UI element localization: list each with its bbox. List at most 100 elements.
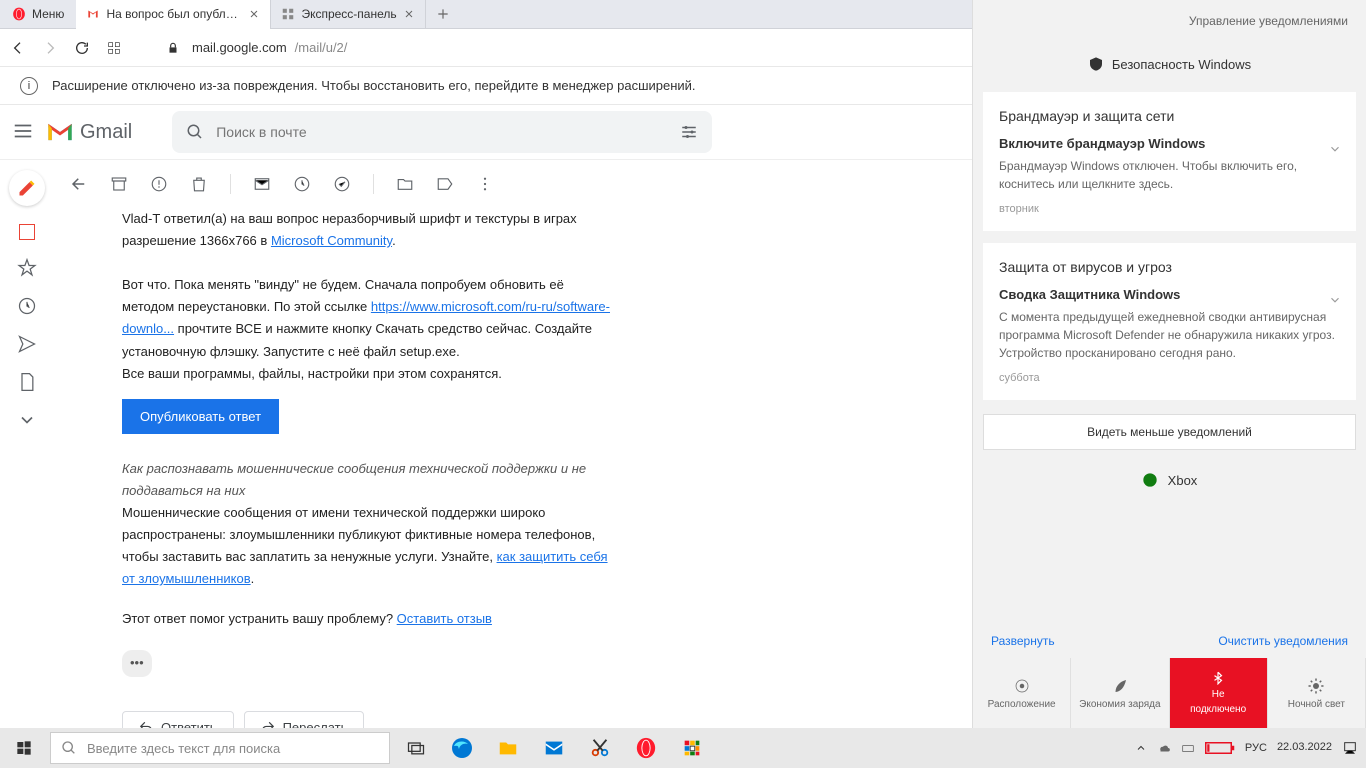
expand-link[interactable]: Развернуть (991, 634, 1055, 648)
snip-icon (589, 737, 611, 759)
reply-button[interactable]: Ответить (122, 711, 234, 729)
tab-title: Экспресс-панель (301, 7, 396, 21)
spam-icon[interactable] (150, 175, 168, 193)
msg-body2: прочтите ВСЕ и нажмите кнопку Скачать ср… (122, 321, 592, 358)
clock-icon[interactable] (17, 296, 37, 316)
search-box[interactable] (172, 111, 712, 153)
warning-text: Расширение отключено из-за повреждения. … (52, 78, 696, 93)
apps-button[interactable] (104, 38, 124, 58)
clear-link[interactable]: Очистить уведомления (1218, 634, 1348, 648)
msg-suffix: в (257, 233, 271, 248)
qa-bluetooth[interactable]: Не подключено (1170, 658, 1268, 728)
tab-speeddial[interactable]: Экспресс-панель (271, 0, 425, 29)
send-icon[interactable] (17, 334, 37, 354)
tune-icon[interactable] (680, 123, 698, 141)
new-tab-button[interactable] (426, 7, 460, 21)
folder-icon (497, 737, 519, 759)
search-input[interactable] (216, 124, 668, 140)
taskbar-edge[interactable] (440, 728, 484, 768)
address-path: /mail/u/2/ (295, 40, 348, 55)
qa-night-light[interactable]: Ночной свет (1268, 658, 1366, 728)
reply-icon (139, 720, 153, 728)
archive-icon[interactable] (110, 175, 128, 193)
see-less-button[interactable]: Видеть меньше уведомлений (983, 414, 1356, 450)
manage-notifications-link[interactable]: Управление уведомлениями (973, 0, 1366, 42)
compose-button[interactable] (9, 170, 45, 206)
back-button[interactable] (8, 38, 28, 58)
search-icon (186, 123, 204, 141)
star-icon[interactable] (17, 258, 37, 278)
security-title: Безопасность Windows (1112, 57, 1251, 72)
chevron-up-icon[interactable] (1135, 742, 1147, 754)
battery-icon[interactable] (1205, 742, 1235, 754)
tab-gmail[interactable]: На вопрос был опублико (76, 0, 271, 29)
xbox-label: Xbox (1168, 473, 1198, 488)
forward-button[interactable]: Переслать (244, 711, 365, 729)
info-icon: i (20, 77, 38, 95)
card-body: Брандмауэр Windows отключен. Чтобы включ… (999, 157, 1340, 193)
notification-card-defender[interactable]: Защита от вирусов и угроз Сводка Защитни… (983, 243, 1356, 400)
search-placeholder: Введите здесь текст для поиска (87, 741, 280, 756)
mail-icon[interactable] (253, 175, 271, 193)
feedback-link[interactable]: Оставить отзыв (397, 611, 492, 626)
delete-icon[interactable] (190, 175, 208, 193)
opera-menu-button[interactable]: Меню (0, 0, 76, 28)
taskbar-snip[interactable] (578, 728, 622, 768)
chevron-down-icon[interactable] (1328, 293, 1342, 307)
notification-card-firewall[interactable]: Брандмауэр и защита сети Включите брандм… (983, 92, 1356, 231)
mail-icon (543, 737, 565, 759)
tray-lang[interactable]: РУС (1245, 742, 1267, 754)
plus-icon (436, 7, 450, 21)
expand-trimmed-button[interactable]: ••• (122, 650, 152, 676)
forward-button[interactable] (40, 38, 60, 58)
edge-icon (450, 736, 474, 760)
chevron-down-icon[interactable] (17, 410, 37, 430)
msg-opener: Vlad-T ответил(а) на ваш вопрос (122, 211, 322, 226)
task-icon[interactable] (333, 175, 351, 193)
pinboard-icon[interactable] (19, 224, 35, 240)
gmail-icon (86, 7, 100, 21)
leaf-icon (1111, 677, 1129, 695)
taskbar-rubik[interactable] (670, 728, 714, 768)
qa-location[interactable]: Расположение (973, 658, 1071, 728)
taskbar-mail[interactable] (532, 728, 576, 768)
menu-button[interactable] (12, 120, 36, 144)
close-icon[interactable] (248, 8, 260, 20)
msg-body3: Все ваши программы, файлы, настройки при… (122, 363, 612, 385)
taskbar: Введите здесь текст для поиска РУС 22.03… (0, 728, 1366, 768)
address-domain: mail.google.com (192, 40, 287, 55)
publish-answer-button[interactable]: Опубликовать ответ (122, 399, 279, 434)
task-view-button[interactable] (394, 728, 438, 768)
snooze-icon[interactable] (293, 175, 311, 193)
gmail-brand-text: Gmail (80, 121, 132, 144)
start-button[interactable] (0, 728, 48, 768)
taskbar-explorer[interactable] (486, 728, 530, 768)
card-subtitle: Сводка Защитника Windows (999, 287, 1340, 302)
move-icon[interactable] (396, 175, 414, 193)
reload-button[interactable] (72, 38, 92, 58)
lock-icon (166, 41, 180, 55)
taskbar-opera[interactable] (624, 728, 668, 768)
action-center: Управление уведомлениями Безопасность Wi… (972, 0, 1366, 728)
onedrive-icon[interactable] (1157, 741, 1171, 755)
community-link[interactable]: Microsoft Community (271, 233, 392, 248)
label-icon[interactable] (436, 175, 454, 193)
taskbar-search[interactable]: Введите здесь текст для поиска (50, 732, 390, 764)
feedback-question: Этот ответ помог устранить вашу проблему… (122, 611, 397, 626)
notification-icon[interactable] (1342, 740, 1358, 756)
scam-title: Как распознавать мошеннические сообщения… (122, 458, 612, 502)
qa-battery-saver[interactable]: Экономия заряда (1071, 658, 1169, 728)
search-icon (61, 740, 77, 756)
back-arrow-icon[interactable] (70, 175, 88, 193)
file-icon[interactable] (17, 372, 37, 392)
keyboard-icon[interactable] (1181, 741, 1195, 755)
tray-date[interactable]: 22.03.2022 (1277, 741, 1332, 754)
location-icon (1013, 677, 1031, 695)
chevron-down-icon[interactable] (1328, 142, 1342, 156)
xbox-icon (1142, 472, 1158, 488)
shield-icon (1088, 56, 1104, 72)
sun-icon (1307, 677, 1325, 695)
more-icon[interactable] (476, 175, 494, 193)
gmail-logo[interactable]: Gmail (46, 121, 132, 144)
close-icon[interactable] (403, 8, 415, 20)
